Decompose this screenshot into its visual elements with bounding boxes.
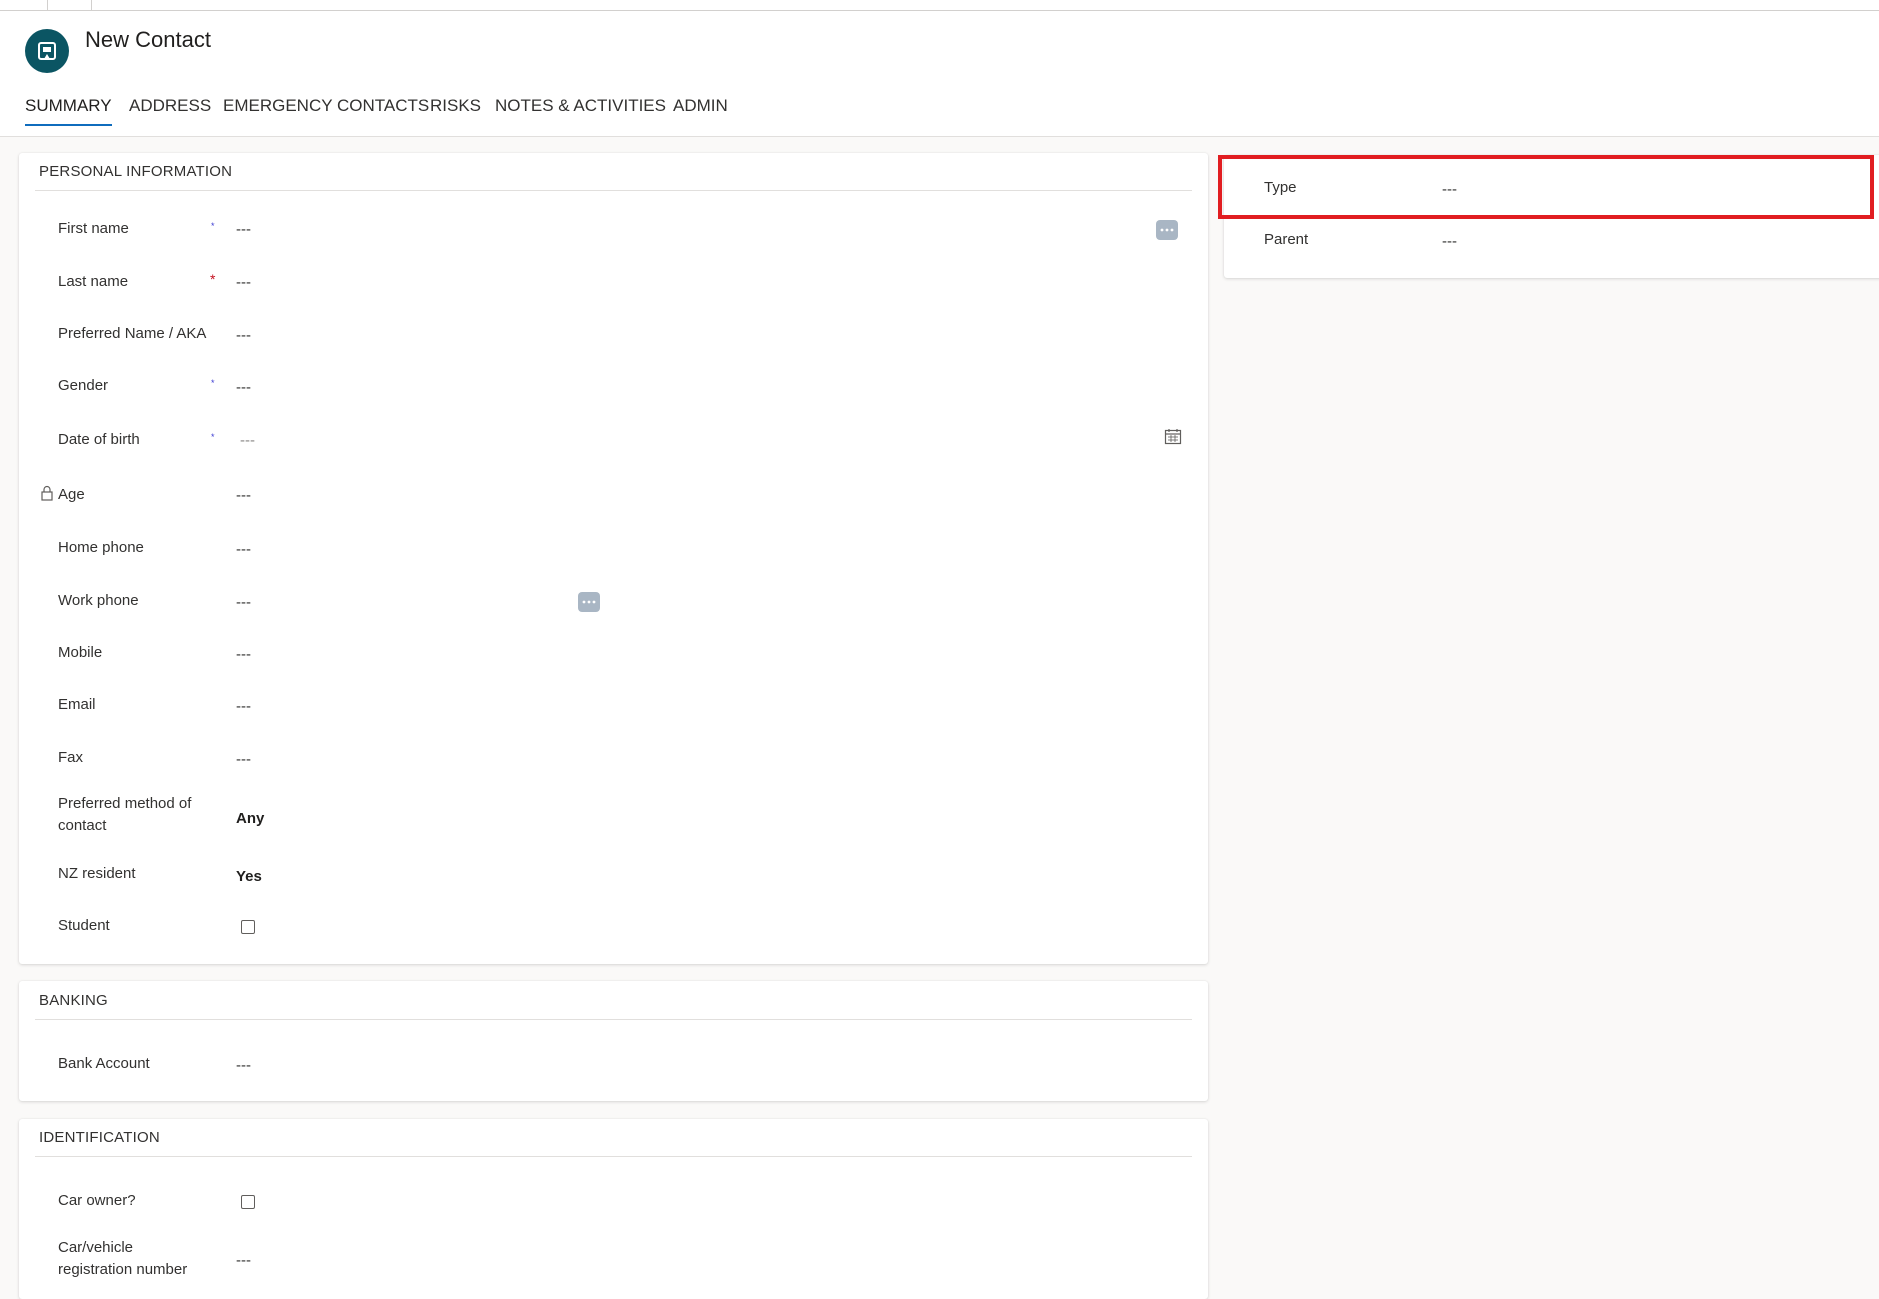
personal-information-section: PERSONAL INFORMATION First name * --- La… bbox=[19, 153, 1208, 964]
student-label: Student bbox=[58, 917, 110, 934]
nz-resident-label: NZ resident bbox=[58, 865, 136, 882]
date-of-birth-field[interactable]: --- bbox=[240, 430, 255, 452]
last-name-field[interactable]: --- bbox=[236, 272, 251, 294]
work-phone-field[interactable]: --- bbox=[236, 592, 251, 614]
last-name-label: Last name bbox=[58, 273, 129, 290]
calendar-icon[interactable] bbox=[1163, 427, 1183, 447]
preferred-name-field[interactable]: --- bbox=[236, 325, 251, 347]
more-options-icon[interactable] bbox=[578, 592, 600, 612]
bank-account-label: Bank Account bbox=[58, 1055, 150, 1072]
age-label: Age bbox=[58, 486, 85, 503]
preferred-method-field[interactable]: Any bbox=[236, 808, 264, 830]
fax-field[interactable]: --- bbox=[236, 749, 251, 771]
email-field[interactable]: --- bbox=[236, 696, 251, 718]
form-header: New Contact SUMMARY ADDRESS EMERGENCY CO… bbox=[0, 11, 1879, 137]
work-phone-label: Work phone bbox=[58, 592, 139, 609]
section-divider bbox=[35, 1156, 1192, 1157]
page-title: New Contact bbox=[85, 27, 211, 52]
bank-account-field[interactable]: --- bbox=[236, 1055, 251, 1077]
tab-summary[interactable]: SUMMARY bbox=[25, 96, 112, 126]
home-phone-label: Home phone bbox=[58, 539, 144, 556]
tab-emergency-contacts[interactable]: EMERGENCY CONTACTS bbox=[223, 96, 429, 126]
parent-field[interactable]: --- bbox=[1442, 231, 1457, 253]
required-marker: * bbox=[210, 271, 216, 287]
required-marker: * bbox=[211, 432, 215, 442]
car-owner-label: Car owner? bbox=[58, 1192, 136, 1209]
nz-resident-field[interactable]: Yes bbox=[236, 866, 262, 888]
tab-address[interactable]: ADDRESS bbox=[129, 96, 211, 126]
first-name-field[interactable]: --- bbox=[236, 219, 251, 241]
required-marker: * bbox=[211, 221, 215, 231]
age-field: --- bbox=[236, 487, 251, 504]
banking-section: BANKING Bank Account --- bbox=[19, 981, 1208, 1101]
car-owner-checkbox[interactable] bbox=[241, 1195, 255, 1209]
section-title: BANKING bbox=[39, 992, 108, 1009]
car-registration-label: Car/vehicle registration number bbox=[58, 1239, 188, 1278]
contact-card-icon bbox=[25, 29, 69, 73]
preferred-name-label: Preferred Name / AKA bbox=[58, 325, 207, 342]
gender-field[interactable]: --- bbox=[236, 377, 251, 399]
home-phone-field[interactable]: --- bbox=[236, 539, 251, 561]
required-marker: * bbox=[211, 378, 215, 388]
section-divider bbox=[35, 1019, 1192, 1020]
identification-section: IDENTIFICATION Car owner? Car/vehicle re… bbox=[19, 1119, 1208, 1299]
gender-label: Gender bbox=[58, 377, 109, 394]
preferred-method-label: Preferred method of contact bbox=[58, 795, 192, 834]
section-divider bbox=[35, 190, 1192, 191]
fax-label: Fax bbox=[58, 749, 84, 766]
top-strip bbox=[0, 0, 1879, 11]
mobile-label: Mobile bbox=[58, 644, 103, 661]
car-registration-field[interactable]: --- bbox=[236, 1250, 251, 1272]
mobile-field[interactable]: --- bbox=[236, 644, 251, 666]
date-of-birth-label: Date of birth bbox=[58, 431, 140, 448]
highlight-box bbox=[1218, 155, 1874, 219]
more-options-icon[interactable] bbox=[1156, 220, 1178, 240]
first-name-label: First name bbox=[58, 220, 129, 237]
email-label: Email bbox=[58, 696, 96, 713]
student-checkbox[interactable] bbox=[241, 920, 255, 934]
tab-notes-activities[interactable]: NOTES & ACTIVITIES bbox=[495, 96, 666, 126]
lock-icon bbox=[40, 484, 54, 502]
top-strip-tab[interactable] bbox=[0, 0, 48, 10]
tab-admin[interactable]: ADMIN bbox=[673, 96, 728, 126]
parent-label: Parent bbox=[1264, 231, 1309, 248]
section-title: IDENTIFICATION bbox=[39, 1129, 160, 1146]
top-strip-tab[interactable] bbox=[48, 0, 92, 10]
tab-risks[interactable]: RISKS bbox=[430, 96, 481, 126]
section-title: PERSONAL INFORMATION bbox=[39, 163, 233, 180]
